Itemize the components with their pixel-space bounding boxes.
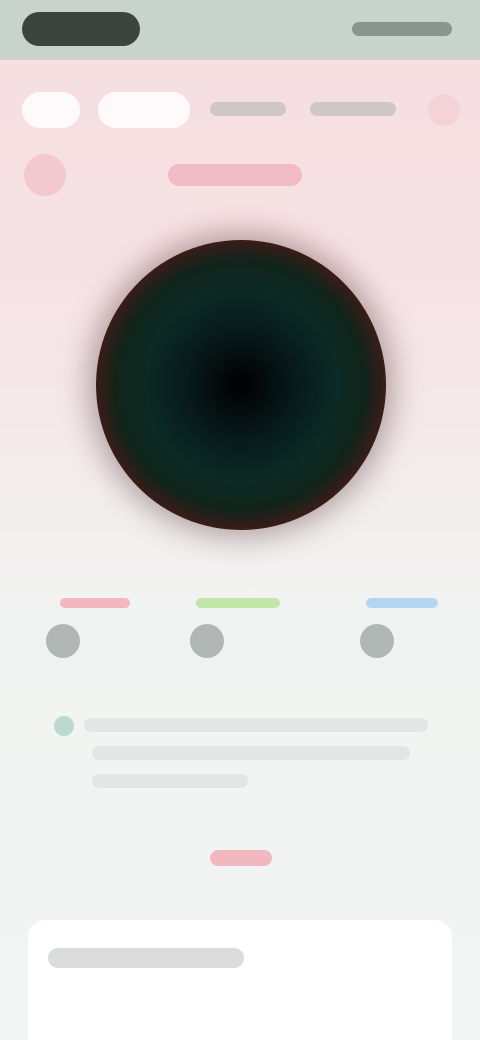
tab-2[interactable] <box>98 92 190 128</box>
option-2-icon[interactable] <box>190 624 224 658</box>
option-2-label <box>196 598 280 608</box>
option-1-label <box>60 598 130 608</box>
page-title <box>168 164 302 186</box>
status-time-pill <box>22 12 140 46</box>
status-icons <box>352 22 452 36</box>
option-1-icon[interactable] <box>46 624 80 658</box>
info-text-line-3 <box>92 774 248 788</box>
status-bar <box>0 0 480 60</box>
tab-1[interactable] <box>22 92 80 128</box>
info-box <box>48 708 428 804</box>
option-3-label <box>366 598 438 608</box>
info-text-line-1 <box>84 718 428 732</box>
tab-4[interactable] <box>310 102 396 116</box>
info-text-line-2 <box>92 746 410 760</box>
back-icon[interactable] <box>24 154 66 196</box>
options-row <box>0 590 480 680</box>
option-3-icon[interactable] <box>360 624 394 658</box>
timer-dial[interactable] <box>96 240 386 530</box>
action-link[interactable] <box>210 850 272 866</box>
info-icon <box>54 716 74 736</box>
tab-row <box>14 82 466 138</box>
bottom-card[interactable] <box>28 920 452 1040</box>
header <box>0 150 480 206</box>
bottom-card-title <box>48 948 244 968</box>
tab-3[interactable] <box>210 102 286 116</box>
close-icon[interactable] <box>428 94 460 126</box>
app-screen <box>0 0 480 1040</box>
